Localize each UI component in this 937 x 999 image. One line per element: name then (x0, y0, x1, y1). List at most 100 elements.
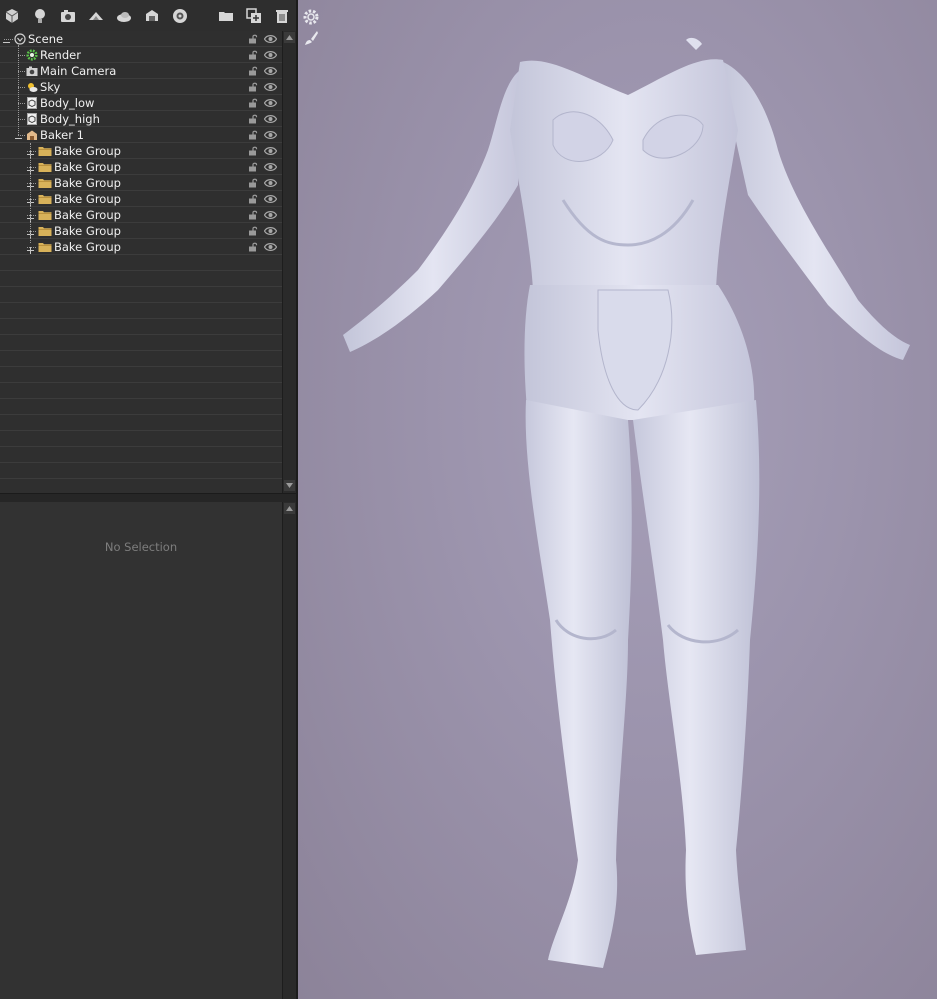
lock-icon[interactable] (248, 146, 259, 159)
lock-icon[interactable] (248, 194, 259, 207)
empty-tree-row (0, 383, 282, 399)
lock-icon[interactable] (248, 98, 259, 111)
lock-icon[interactable] (248, 82, 259, 95)
visibility-eye-icon[interactable] (263, 98, 278, 111)
tree-row-label: Render (40, 48, 81, 62)
empty-tree-row (0, 399, 282, 415)
tree-row-label: Bake Group (54, 192, 121, 206)
tree-row[interactable]: Bake Group (0, 175, 282, 191)
visibility-eye-icon[interactable] (263, 114, 278, 127)
folder-icon (38, 177, 52, 189)
visibility-eye-icon[interactable] (263, 34, 278, 47)
add-sky-icon[interactable] (86, 6, 106, 26)
tree-row[interactable]: Render (0, 47, 282, 63)
visibility-eye-icon[interactable] (263, 130, 278, 143)
add-camera-icon[interactable] (58, 6, 78, 26)
tree-row[interactable]: Bake Group (0, 191, 282, 207)
lock-icon[interactable] (248, 210, 259, 223)
lock-icon[interactable] (248, 114, 259, 127)
collapse-minus-icon[interactable] (3, 36, 10, 43)
tree-row[interactable]: Body_high (0, 111, 282, 127)
camera-icon (26, 65, 38, 77)
delete-icon[interactable] (272, 6, 292, 26)
tree-row-label: Bake Group (54, 208, 121, 222)
visibility-eye-icon[interactable] (263, 242, 278, 255)
visibility-eye-icon[interactable] (263, 50, 278, 63)
tree-row-label: Body_low (40, 96, 95, 110)
scene-icon (14, 33, 26, 45)
folder-icon (38, 225, 52, 237)
3d-viewport[interactable] (296, 0, 937, 999)
lock-icon[interactable] (248, 162, 259, 175)
lock-icon[interactable] (248, 34, 259, 47)
empty-tree-row (0, 447, 282, 463)
tree-row[interactable]: Sky (0, 79, 282, 95)
empty-tree-row (0, 463, 282, 479)
duplicate-icon[interactable] (244, 6, 264, 26)
empty-tree-row (0, 255, 282, 271)
visibility-eye-icon[interactable] (263, 66, 278, 79)
add-fog-icon[interactable] (114, 6, 134, 26)
properties-panel: No Selection (0, 502, 282, 999)
folder-icon (38, 161, 52, 173)
properties-scrollbar[interactable] (282, 502, 296, 999)
no-selection-text: No Selection (104, 540, 178, 554)
lock-icon[interactable] (248, 130, 259, 143)
tree-row[interactable]: Bake Group (0, 223, 282, 239)
lock-icon[interactable] (248, 50, 259, 63)
visibility-eye-icon[interactable] (263, 82, 278, 95)
lock-icon[interactable] (248, 242, 259, 255)
baker-icon (26, 129, 38, 141)
tree-row-label: Main Camera (40, 64, 117, 78)
add-light-icon[interactable] (30, 6, 50, 26)
visibility-eye-icon[interactable] (263, 210, 278, 223)
tree-row[interactable]: Bake Group (0, 207, 282, 223)
tree-row[interactable]: Scene (0, 31, 282, 47)
expand-plus-icon[interactable] (27, 244, 34, 254)
folder-icon (38, 193, 52, 205)
visibility-eye-icon[interactable] (263, 226, 278, 239)
tree-row-label: Sky (40, 80, 61, 94)
scroll-up-arrow-icon[interactable] (284, 503, 295, 514)
outliner-panel: Scene Render Main Camera Sky Body_low Body_hi… (0, 0, 296, 999)
tree-row[interactable]: Body_low (0, 95, 282, 111)
folder-icon (38, 145, 52, 157)
folder-icon (38, 209, 52, 221)
new-folder-icon[interactable] (216, 6, 236, 26)
tree-row-label: Baker 1 (40, 128, 84, 142)
render-gear-icon (26, 49, 38, 61)
tree-row-label: Body_high (40, 112, 100, 126)
tree-row[interactable]: Bake Group (0, 143, 282, 159)
lock-icon[interactable] (248, 226, 259, 239)
tree-row-label: Bake Group (54, 160, 121, 174)
visibility-eye-icon[interactable] (263, 146, 278, 159)
scroll-down-arrow-icon[interactable] (284, 480, 295, 491)
body-model (343, 37, 910, 968)
tree-scrollbar[interactable] (282, 31, 296, 493)
visibility-eye-icon[interactable] (263, 194, 278, 207)
empty-tree-row (0, 367, 282, 383)
tree-row[interactable]: Baker 1 (0, 127, 282, 143)
scroll-up-arrow-icon[interactable] (284, 32, 295, 43)
empty-tree-row (0, 351, 282, 367)
tree-row[interactable]: Bake Group (0, 239, 282, 255)
empty-tree-row (0, 415, 282, 431)
lock-icon[interactable] (248, 66, 259, 79)
tree-row-label: Bake Group (54, 240, 121, 254)
tree-row[interactable]: Bake Group (0, 159, 282, 175)
add-baker-icon[interactable] (142, 6, 162, 26)
add-render-icon[interactable] (170, 6, 190, 26)
add-mesh-icon[interactable] (2, 6, 22, 26)
scene-tree: Scene Render Main Camera Sky Body_low Body_hi… (0, 31, 282, 493)
visibility-eye-icon[interactable] (263, 162, 278, 175)
visibility-eye-icon[interactable] (263, 178, 278, 191)
tree-row-label: Scene (28, 32, 64, 46)
folder-icon (38, 241, 52, 253)
empty-tree-row (0, 271, 282, 287)
scene-toolbar (0, 0, 296, 32)
tree-row-label: Bake Group (54, 144, 121, 158)
empty-tree-row (0, 479, 282, 493)
tree-row[interactable]: Main Camera (0, 63, 282, 79)
empty-tree-row (0, 287, 282, 303)
lock-icon[interactable] (248, 178, 259, 191)
